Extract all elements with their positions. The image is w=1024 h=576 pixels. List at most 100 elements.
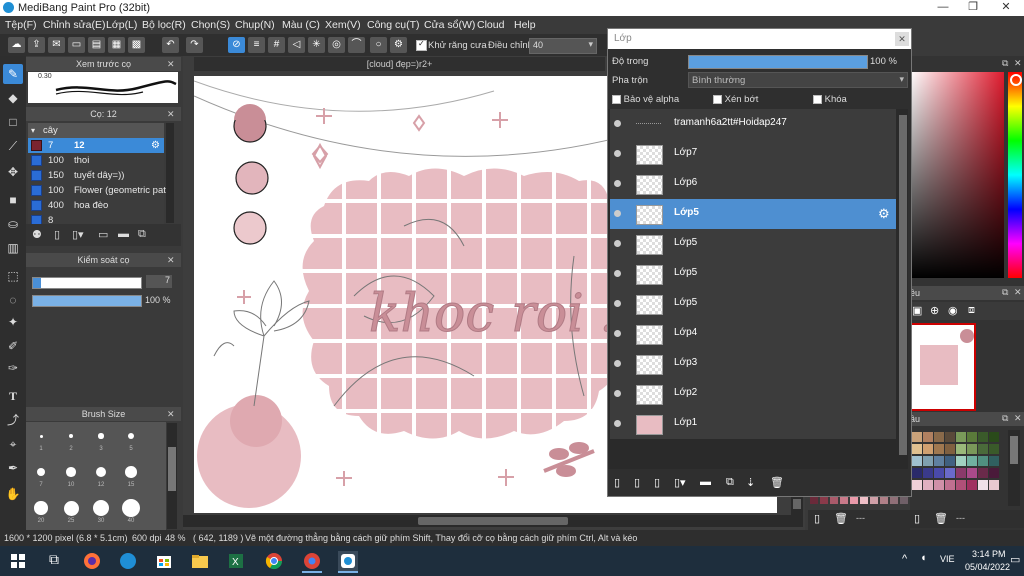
eye-icon[interactable] xyxy=(614,360,621,367)
magic-wand-icon[interactable]: ✦ xyxy=(3,312,23,332)
palette-swatch[interactable] xyxy=(912,444,922,454)
task-view-icon[interactable]: ⧉ xyxy=(44,551,64,571)
duplicate-layer-icon[interactable]: ⧉ xyxy=(726,476,734,489)
rotate-icon[interactable]: ◉ xyxy=(948,304,958,317)
eye-icon[interactable] xyxy=(614,390,621,397)
chrome-profile-icon[interactable] xyxy=(302,551,322,573)
close-icon[interactable]: ✕ xyxy=(167,59,175,70)
eye-icon[interactable] xyxy=(614,420,621,427)
palette-swatch[interactable] xyxy=(956,456,966,466)
brush-size-swatch[interactable] xyxy=(125,466,137,478)
brush-size-swatch[interactable] xyxy=(39,434,43,438)
horizontal-scrollbar[interactable] xyxy=(183,515,803,527)
brush-item[interactable]: 150 tuyết dây=)) xyxy=(28,168,164,183)
palette-swatch[interactable] xyxy=(820,496,828,504)
copy-icon[interactable]: ⧉ xyxy=(138,228,146,241)
eye-icon[interactable] xyxy=(614,240,621,247)
add-brush-icon[interactable]: ⚉ xyxy=(32,228,42,241)
menu-capture[interactable]: Chụp(N) xyxy=(235,19,275,31)
menu-color[interactable]: Màu (C) xyxy=(282,19,320,31)
layer-row[interactable]: tramanh6a2tt#Hoidap247 xyxy=(610,109,896,140)
palette-swatch[interactable] xyxy=(830,496,838,504)
snap-ring-icon[interactable]: ○ xyxy=(370,37,387,53)
brush-size-swatch[interactable] xyxy=(63,500,79,516)
layer-row[interactable]: Lớp4 xyxy=(610,319,896,350)
blend-mode-dropdown[interactable]: Bình thường ▾ xyxy=(688,72,908,88)
hand-tool-icon[interactable]: ✋ xyxy=(3,484,23,504)
palette-swatch[interactable] xyxy=(967,456,977,466)
add-layer-menu-icon[interactable]: ▯▾ xyxy=(674,476,686,489)
firefox-icon[interactable] xyxy=(82,551,102,571)
move-tool-icon[interactable]: ✥ xyxy=(3,162,23,182)
eye-icon[interactable] xyxy=(614,330,621,337)
eye-icon[interactable] xyxy=(614,150,621,157)
folder-icon[interactable]: ▬ xyxy=(118,228,129,240)
file-explorer-icon[interactable] xyxy=(190,551,210,571)
document-tab[interactable]: [cloud] đẹp=)r2+ xyxy=(194,57,605,71)
palette-swatch[interactable] xyxy=(912,480,922,490)
snap-circle-icon[interactable]: ◎ xyxy=(328,37,345,53)
snap-radial-icon[interactable]: ✳ xyxy=(308,37,325,53)
popout-icon[interactable]: ⧉ xyxy=(1002,58,1008,69)
delete-palette-icon[interactable]: 🗑 xyxy=(834,512,848,525)
palette-swatch[interactable] xyxy=(989,456,999,466)
edge-icon[interactable] xyxy=(118,551,138,571)
minimize-button[interactable]: — xyxy=(927,0,959,16)
protect-alpha-checkbox[interactable]: Bảo vệ alpha xyxy=(612,94,679,105)
palette-swatch[interactable] xyxy=(934,480,944,490)
hue-handle[interactable] xyxy=(1010,74,1022,86)
color-picker-square[interactable] xyxy=(910,72,1004,278)
palette-swatch[interactable] xyxy=(934,432,944,442)
fill-rect-icon[interactable]: ■ xyxy=(3,190,23,210)
palette-swatch[interactable] xyxy=(989,480,999,490)
snap-grid-icon[interactable]: # xyxy=(268,37,285,53)
line-tool-icon[interactable]: ⟋ xyxy=(3,136,23,156)
palette-swatch[interactable] xyxy=(956,468,966,478)
clock-time[interactable]: 3:14 PM xyxy=(972,549,1006,559)
folder-icon[interactable]: ▬ xyxy=(700,476,711,488)
palette-swatch[interactable] xyxy=(945,480,955,490)
gradient-tool-icon[interactable]: ▥ xyxy=(3,238,23,258)
maximize-button[interactable]: ❐ xyxy=(957,0,989,16)
palette-swatch[interactable] xyxy=(945,432,955,442)
brush-size-swatch[interactable] xyxy=(34,501,48,515)
settings-icon[interactable]: ⚙ xyxy=(390,37,407,53)
palette-swatch[interactable] xyxy=(870,496,878,504)
brush-item[interactable]: 100 Flower (geometric patt xyxy=(28,183,169,198)
zoom-fit-icon[interactable]: ▣ xyxy=(912,304,922,317)
palette-swatch[interactable] xyxy=(912,432,922,442)
language-indicator[interactable]: VIE xyxy=(940,554,955,564)
select-pen-icon[interactable]: ✐ xyxy=(3,336,23,356)
brush-size-swatch[interactable] xyxy=(68,433,74,439)
palette-swatch[interactable] xyxy=(989,444,999,454)
menu-window[interactable]: Cửa sổ(W) xyxy=(424,19,475,31)
eraser-tool-icon[interactable]: ◆ xyxy=(3,88,23,108)
redo-icon[interactable]: ↷ xyxy=(186,37,203,53)
speaker-icon[interactable]: ◖ xyxy=(920,552,927,564)
palette-swatch[interactable] xyxy=(978,444,988,454)
brush-opacity-slider[interactable] xyxy=(32,295,142,307)
close-icon[interactable]: ✕ xyxy=(895,32,909,46)
palette-swatch[interactable] xyxy=(967,432,977,442)
notification-icon[interactable]: ▭ xyxy=(1010,553,1020,566)
palette-swatch[interactable] xyxy=(810,496,818,504)
layer-list-scrollbar[interactable] xyxy=(898,109,908,469)
new-palette-icon[interactable]: ▯ xyxy=(914,512,920,525)
menu-cloud[interactable]: Cloud xyxy=(477,19,504,31)
brush-item[interactable]: 7 12 ⚙ xyxy=(28,138,164,153)
new-brush-icon[interactable]: ▯ xyxy=(54,228,60,241)
brush-item[interactable]: 400 hoa đèo xyxy=(28,198,164,213)
text-tool-icon[interactable]: T xyxy=(3,386,23,406)
gear-icon[interactable]: ⚙ xyxy=(151,138,160,153)
zoom-in-icon[interactable]: ⊕ xyxy=(930,304,939,317)
snap-off-icon[interactable]: ⊘ xyxy=(228,37,245,53)
eye-icon[interactable] xyxy=(614,300,621,307)
page-icon[interactable]: ▤ xyxy=(88,37,105,53)
layer-row[interactable]: Lớp5 ⚙ xyxy=(610,199,896,230)
palette-swatch[interactable] xyxy=(945,468,955,478)
palette-swatch[interactable] xyxy=(890,496,898,504)
palette-swatch[interactable] xyxy=(967,468,977,478)
vertical-scrollbar[interactable] xyxy=(791,495,803,517)
brush-size-swatch[interactable] xyxy=(127,432,135,440)
snap-parallel-icon[interactable]: ≡ xyxy=(248,37,265,53)
